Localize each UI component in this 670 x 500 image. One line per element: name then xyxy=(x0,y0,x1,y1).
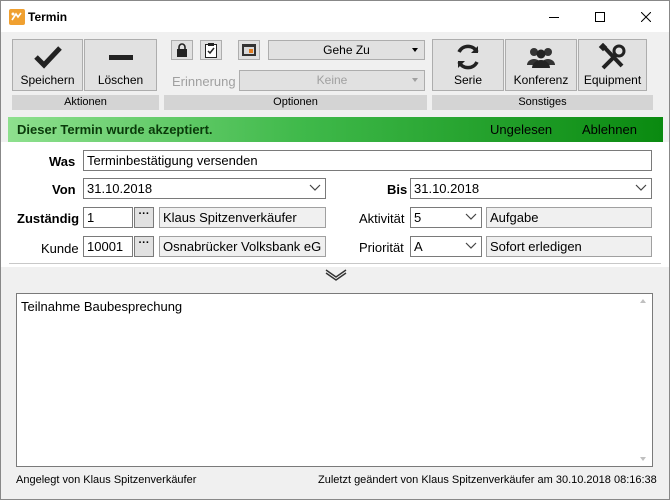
lock-button[interactable] xyxy=(171,40,193,60)
created-by-text: Angelegt von Klaus Spitzenverkäufer xyxy=(16,474,197,486)
app-icon xyxy=(9,9,25,25)
notes-scrollbar[interactable] xyxy=(635,294,652,466)
reminder-dropdown[interactable]: Keine xyxy=(239,70,425,91)
people-icon xyxy=(506,40,576,70)
priority-name: Sofort erledigen xyxy=(486,236,652,257)
serie-button[interactable]: Serie xyxy=(432,39,504,91)
assignee-name: Klaus Spitzenverkäufer xyxy=(159,207,326,228)
group-label-aktionen: Aktionen xyxy=(12,95,159,110)
end-date-picker[interactable]: 31.10.2018 xyxy=(410,178,652,199)
minimize-icon xyxy=(549,16,559,18)
title-bar: Termin xyxy=(1,1,669,32)
von-label: Von xyxy=(52,182,76,197)
group-label-sonstiges: Sonstiges xyxy=(432,95,653,110)
reminder-label: Erinnerung xyxy=(172,74,236,89)
assignee-lookup-button[interactable]: ··· xyxy=(134,207,154,228)
chevron-down-icon xyxy=(465,242,477,249)
konferenz-label: Konferenz xyxy=(513,73,569,87)
delete-label: Löschen xyxy=(97,73,144,87)
customer-lookup-button[interactable]: ··· xyxy=(134,236,154,257)
minus-icon xyxy=(85,40,156,70)
mark-unread-link[interactable]: Ungelesen xyxy=(490,122,552,137)
ribbon-toolbar: Speichern Löschen Aktionen Gehe Zu Erinn… xyxy=(1,32,669,112)
modified-by-text: Zuletzt geändert von Klaus Spitzenverkäu… xyxy=(318,474,657,486)
priority-dropdown[interactable]: A xyxy=(410,236,482,257)
activity-dropdown[interactable]: 5 xyxy=(410,207,482,228)
customer-id-input[interactable]: 10001 xyxy=(83,236,133,257)
notes-textarea[interactable]: Teilnahme Baubesprechung xyxy=(16,293,653,467)
activity-value: 5 xyxy=(414,210,422,225)
chevron-down-icon xyxy=(309,184,321,191)
maximize-button[interactable] xyxy=(577,1,623,32)
chevron-down-icon xyxy=(412,78,418,82)
equipment-button[interactable]: Equipment xyxy=(578,39,647,91)
status-banner: Dieser Termin wurde akzeptiert. Ungelese… xyxy=(8,117,663,142)
appointment-form: Was Terminbestätigung versenden Von 31.1… xyxy=(1,142,669,267)
tools-icon xyxy=(579,40,646,70)
maximize-icon xyxy=(595,11,605,22)
save-label: Speichern xyxy=(20,73,75,87)
chevron-down-icon xyxy=(325,269,347,281)
decline-link[interactable]: Ablehnen xyxy=(582,122,637,137)
lock-icon xyxy=(177,43,187,57)
minimize-button[interactable] xyxy=(531,1,577,32)
zustaendig-label: Zuständig xyxy=(17,211,80,226)
start-date-value: 31.10.2018 xyxy=(87,181,153,196)
chevron-down-icon xyxy=(412,48,418,52)
equipment-label: Equipment xyxy=(583,73,642,87)
status-message: Dieser Termin wurde akzeptiert. xyxy=(17,122,213,137)
close-icon xyxy=(641,11,651,22)
priority-value: A xyxy=(414,239,423,254)
end-date-value: 31.10.2018 xyxy=(414,181,480,196)
group-label-optionen: Optionen xyxy=(164,95,427,110)
kunde-label: Kunde xyxy=(41,241,79,256)
checkmark-icon xyxy=(13,40,82,70)
window-color-icon xyxy=(242,44,256,56)
color-picker-button[interactable] xyxy=(238,40,260,60)
scroll-down-icon[interactable] xyxy=(640,457,646,461)
customer-name: Osnabrücker Volksbank eG xyxy=(159,236,326,257)
window-title: Termin xyxy=(28,10,68,24)
chevron-down-icon xyxy=(465,213,477,220)
activity-name: Aufgabe xyxy=(486,207,652,228)
prioritaet-label: Priorität xyxy=(359,240,404,255)
notes-text: Teilnahme Baubesprechung xyxy=(21,299,183,314)
assignee-id-input[interactable]: 1 xyxy=(83,207,133,228)
save-button[interactable]: Speichern xyxy=(12,39,83,91)
aktivitaet-label: Aktivität xyxy=(359,211,405,226)
refresh-icon xyxy=(433,40,503,70)
goto-dropdown[interactable]: Gehe Zu xyxy=(268,40,425,60)
was-label: Was xyxy=(49,154,76,169)
bis-label: Bis xyxy=(387,182,408,197)
goto-dropdown-value: Gehe Zu xyxy=(323,43,370,57)
serie-label: Serie xyxy=(453,73,482,87)
konferenz-button[interactable]: Konferenz xyxy=(505,39,577,91)
chevron-down-icon xyxy=(635,184,647,191)
scroll-up-icon[interactable] xyxy=(640,299,646,303)
reminder-dropdown-value: Keine xyxy=(316,73,348,87)
appointment-window: Termin Speichern Löschen Aktionen Gehe Z… xyxy=(0,0,670,500)
start-date-picker[interactable]: 31.10.2018 xyxy=(83,178,326,199)
expand-toggle[interactable] xyxy=(325,267,347,284)
close-button[interactable] xyxy=(623,1,669,32)
subject-input[interactable]: Terminbestätigung versenden xyxy=(83,150,652,171)
clipboard-check-icon xyxy=(205,43,217,58)
clipboard-button[interactable] xyxy=(200,40,222,60)
delete-button[interactable]: Löschen xyxy=(84,39,157,91)
divider xyxy=(9,263,661,264)
